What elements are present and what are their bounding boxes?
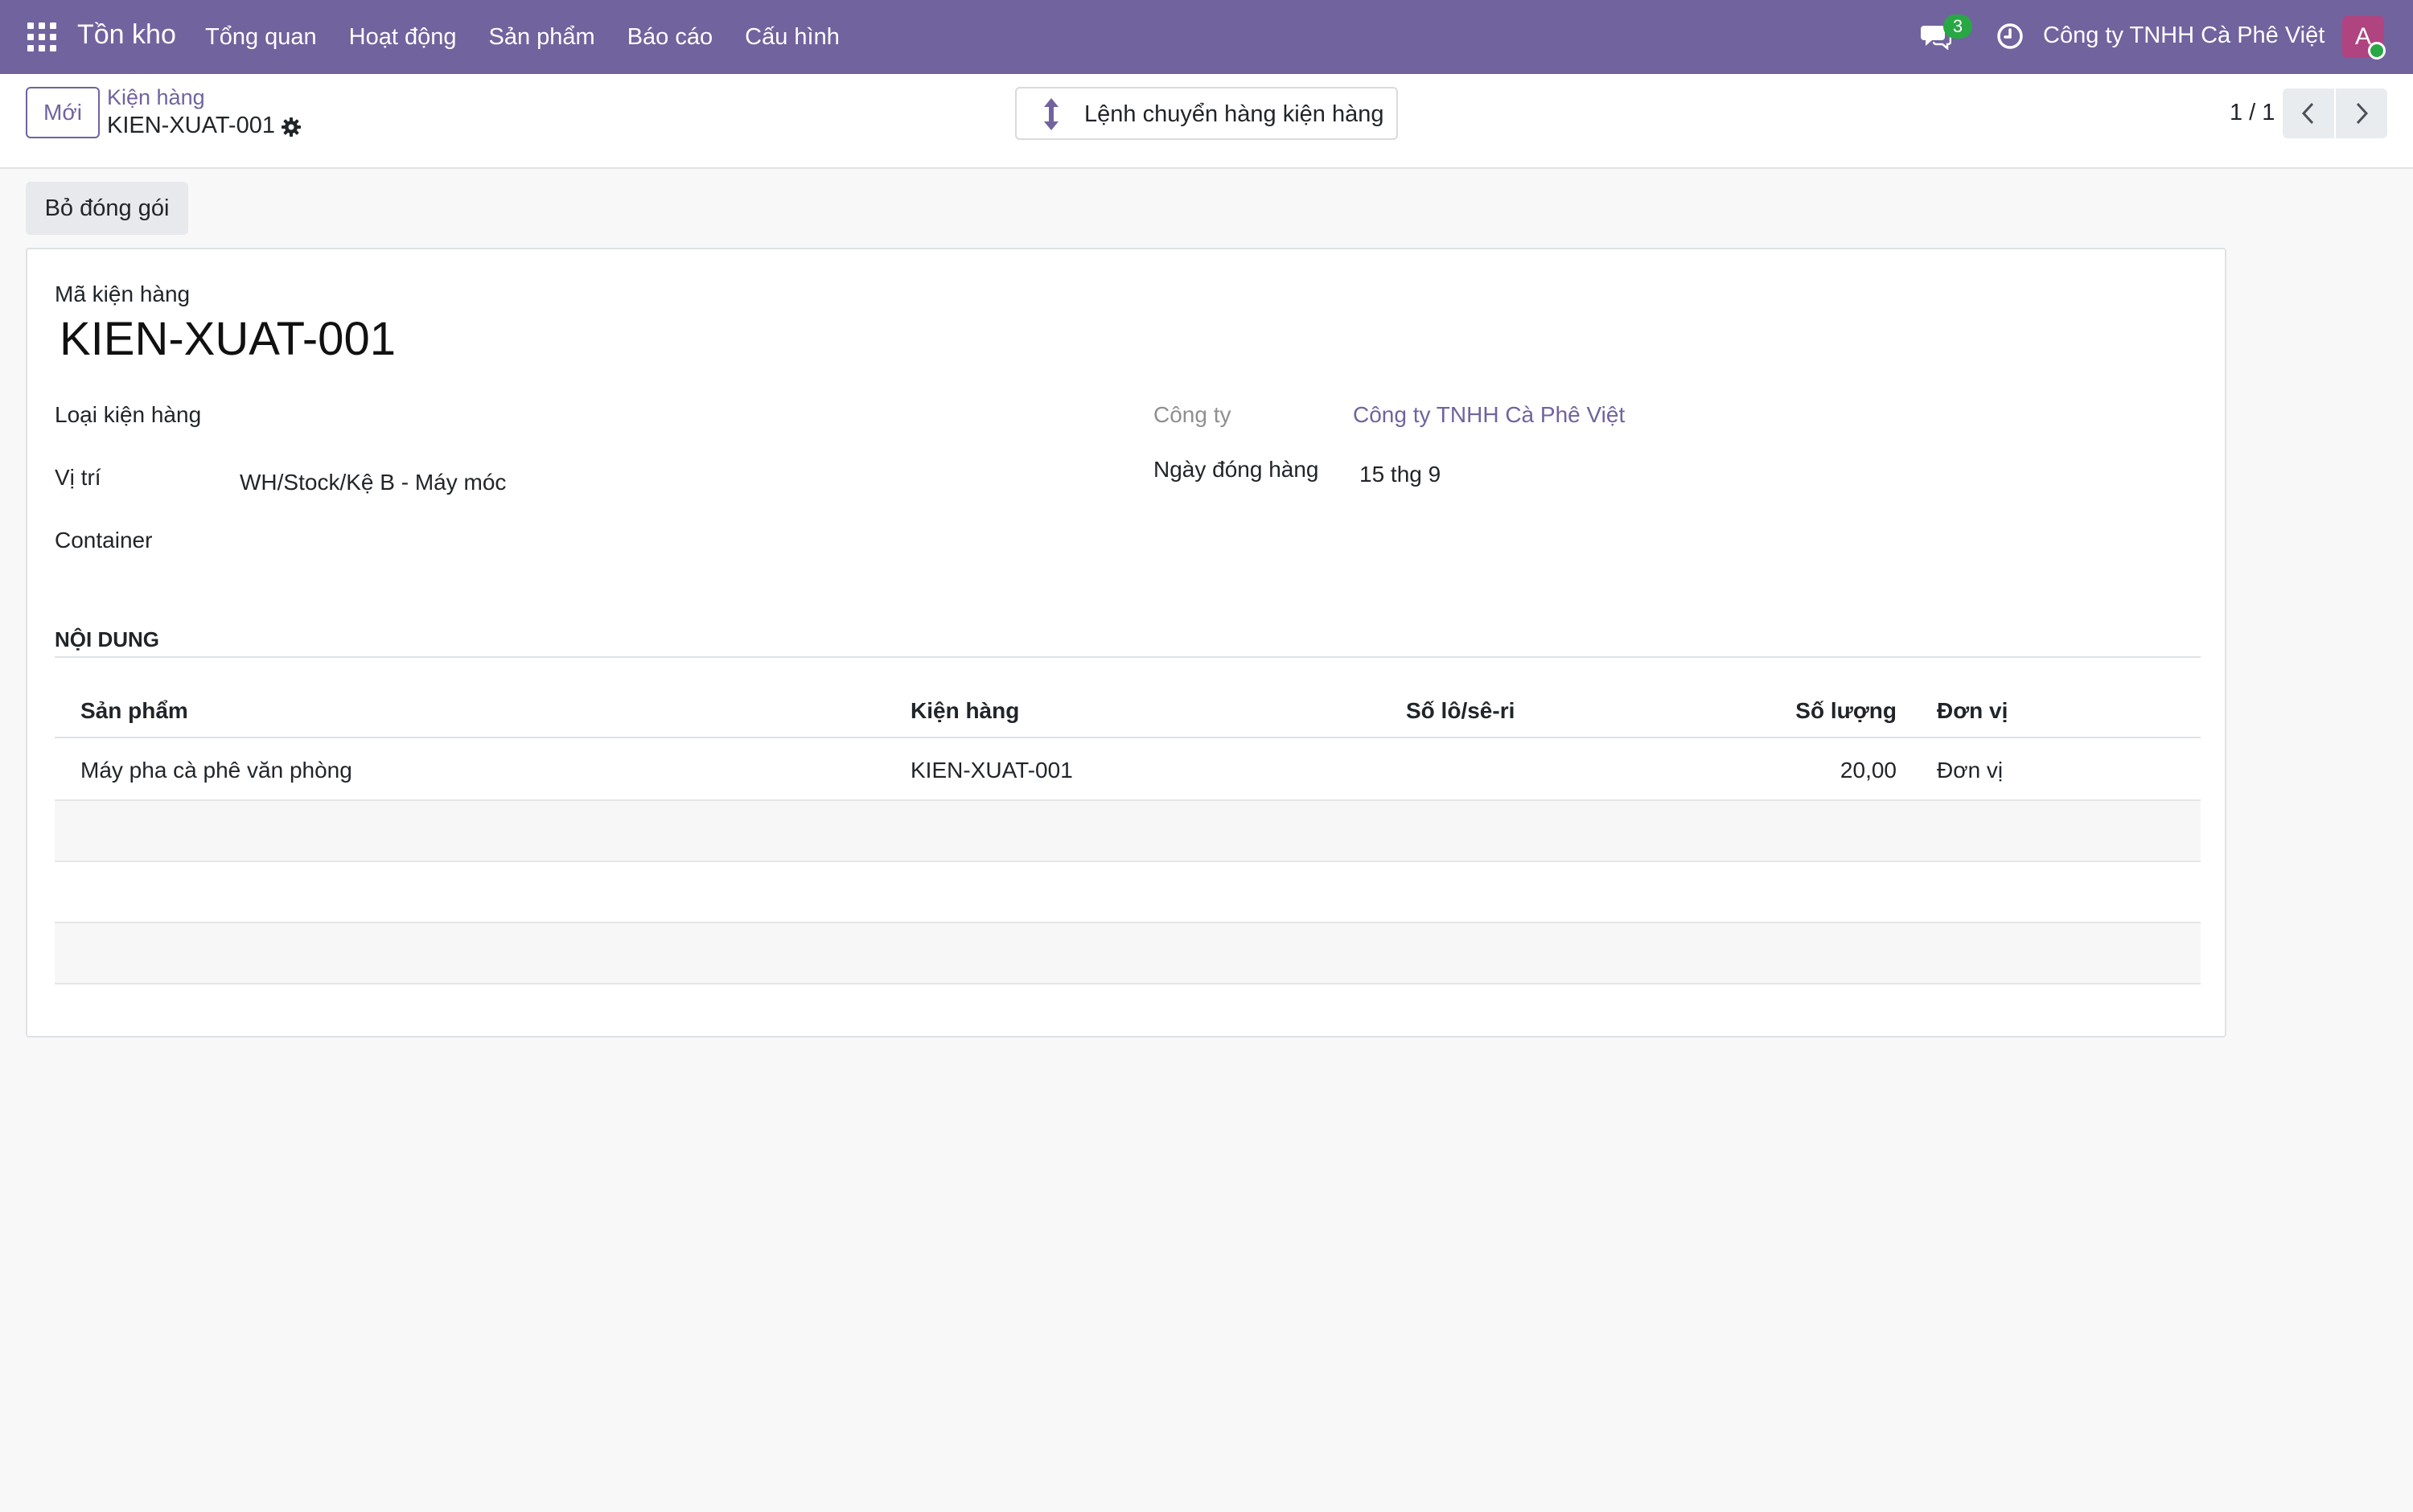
chevron-left-icon <box>2301 102 2314 125</box>
table-header: Sản phẩm Kiện hàng Số lô/sê-ri Số lượng … <box>55 680 2201 738</box>
pack-date-field[interactable]: 15 thg 9 <box>1359 462 1441 487</box>
pager-next-button[interactable] <box>2336 88 2387 138</box>
location-label: Vị trí <box>55 465 101 490</box>
cell-package: KIEN-XUAT-001 <box>911 758 1073 783</box>
empty-table-row <box>55 862 2201 923</box>
chevron-right-icon <box>2356 102 2369 125</box>
pager-value[interactable]: 1 / 1 <box>2230 100 2275 126</box>
package-transfers-button[interactable]: Lệnh chuyển hàng kiện hàng <box>1015 87 1398 140</box>
cell-quantity: 20,00 <box>1840 758 1897 783</box>
container-field[interactable] <box>240 528 1044 557</box>
column-header-lot-serial[interactable]: Số lô/sê-ri <box>1406 698 1515 724</box>
menu-item-reporting[interactable]: Báo cáo <box>627 24 713 51</box>
section-divider <box>55 656 2201 658</box>
top-navbar: Tồn kho Tổng quan Hoạt động Sản phẩm Báo… <box>0 0 2413 74</box>
app-title[interactable]: Tồn kho <box>77 19 176 51</box>
new-button[interactable]: Mới <box>26 87 100 138</box>
column-header-uom[interactable]: Đơn vị <box>1937 698 2008 724</box>
location-field[interactable]: WH/Stock/Kệ B - Máy móc <box>240 470 506 495</box>
menu-item-products[interactable]: Sản phẩm <box>489 24 595 51</box>
control-panel: Mới Kiện hàng KIEN-XUAT-001 Lệnh chuyển … <box>0 74 2413 169</box>
company-switcher[interactable]: Công ty TNHH Cà Phê Việt <box>2043 23 2325 49</box>
container-label: Container <box>55 528 153 553</box>
cell-uom: Đơn vị <box>1937 758 2004 783</box>
breadcrumb-parent-link[interactable]: Kiện hàng <box>107 85 205 110</box>
package-type-field[interactable] <box>240 402 1044 431</box>
package-name-label: Mã kiện hàng <box>55 281 191 306</box>
app-grid-icon[interactable] <box>27 23 56 51</box>
column-header-quantity[interactable]: Số lượng <box>1795 698 1897 724</box>
menu-item-configuration[interactable]: Cấu hình <box>745 24 840 51</box>
pack-date-label: Ngày đóng hàng <box>1153 457 1319 482</box>
menu-item-overview[interactable]: Tổng quan <box>205 24 317 51</box>
company-label: Công ty <box>1153 402 1231 427</box>
online-status-indicator <box>2368 42 2386 60</box>
content-section-title: NỘI DUNG <box>55 627 159 651</box>
package-name-field[interactable]: KIEN-XUAT-001 <box>60 312 396 366</box>
pager-previous-button[interactable] <box>2283 88 2334 138</box>
chat-count-badge: 3 <box>1943 14 1972 39</box>
clock-icon[interactable] <box>1996 23 2024 50</box>
package-type-label: Loại kiện hàng <box>55 402 202 427</box>
column-header-package[interactable]: Kiện hàng <box>911 698 1019 724</box>
package-transfers-label: Lệnh chuyển hàng kiện hàng <box>1084 101 1384 127</box>
breadcrumb-current: KIEN-XUAT-001 <box>107 113 275 138</box>
company-field[interactable]: Công ty TNHH Cà Phê Việt <box>1353 402 1625 428</box>
unpack-button[interactable]: Bỏ đóng gói <box>26 182 188 235</box>
table-row[interactable]: Máy pha cà phê văn phòng KIEN-XUAT-001 2… <box>55 740 2201 801</box>
column-header-product[interactable]: Sản phẩm <box>80 698 188 724</box>
menu-item-operations[interactable]: Hoạt động <box>349 24 457 51</box>
vertical-arrows-icon <box>1044 98 1059 130</box>
gear-icon[interactable] <box>280 116 302 138</box>
cell-product: Máy pha cà phê văn phòng <box>80 758 352 783</box>
form-sheet: Mã kiện hàng KIEN-XUAT-001 Loại kiện hàn… <box>26 248 2226 1037</box>
empty-table-row <box>55 923 2201 984</box>
main-menu: Tổng quan Hoạt động Sản phẩm Báo cáo Cấu… <box>205 0 872 74</box>
empty-table-row <box>55 801 2201 862</box>
